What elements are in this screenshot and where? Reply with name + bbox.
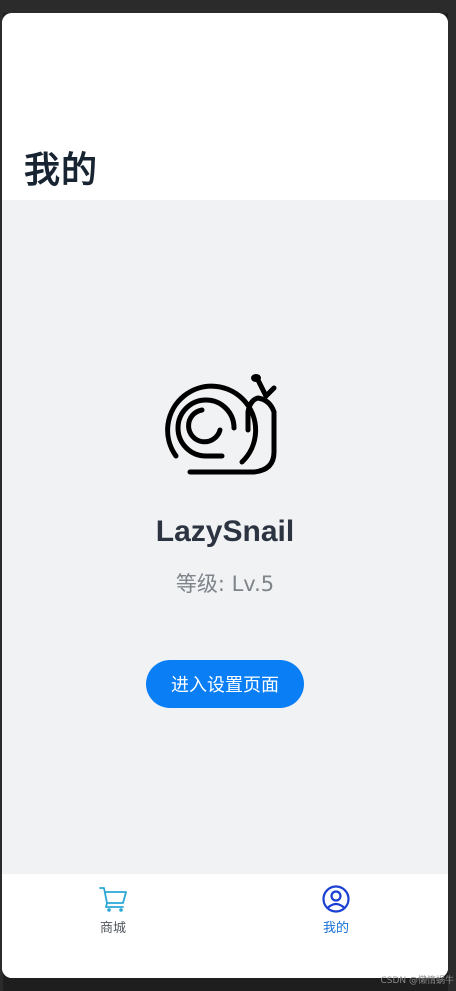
enter-settings-button[interactable]: 进入设置页面 xyxy=(146,660,304,708)
profile-content: LazySnail 等级: Lv.5 进入设置页面 xyxy=(2,200,448,874)
watermark: CSDN @懒惰蜗牛 xyxy=(380,976,454,986)
page-title: 我的 xyxy=(24,150,99,191)
tab-shop-label: 商城 xyxy=(99,921,126,936)
bottom-tab-bar: 商城 我的 xyxy=(2,874,448,978)
phone-screen: 我的 LazySnail 等级: Lv.5 进入设置页面 商城 我的 xyxy=(2,13,448,978)
cart-icon xyxy=(99,887,127,912)
snail-icon xyxy=(165,374,277,475)
user-level: 等级: Lv.5 xyxy=(175,572,275,596)
page-header: 我的 xyxy=(2,13,448,200)
window-bezel-right xyxy=(448,0,456,991)
user-circle-icon xyxy=(322,885,350,913)
tab-mine[interactable]: 我的 xyxy=(276,884,396,944)
tab-mine-label: 我的 xyxy=(322,921,349,936)
window-bezel-top xyxy=(0,0,456,13)
tab-shop[interactable]: 商城 xyxy=(53,884,173,944)
username: LazySnail xyxy=(155,515,295,548)
